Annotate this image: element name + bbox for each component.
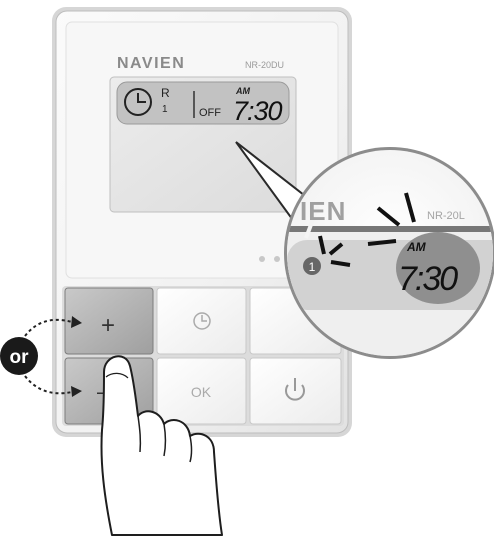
lcd-time: 7:30 <box>233 96 283 126</box>
indicator-led <box>259 256 265 262</box>
ok-button-label: OK <box>191 384 212 400</box>
callout-model-label: NR-20L <box>427 210 465 222</box>
callout-slot-badge: 1 <box>303 257 321 275</box>
lcd-status: OFF <box>199 107 221 119</box>
lcd-mode-letter: R <box>161 86 170 100</box>
schedule-button[interactable] <box>156 287 247 355</box>
model-label: NR-20DU <box>245 60 284 70</box>
indicator-led <box>274 256 280 262</box>
callout-time: 7:30 <box>398 260 458 298</box>
thermostat-illustration: NAVIEN NR-20DU R 1 OFF AM 7:30 + — OK <box>0 0 494 536</box>
ok-button[interactable]: OK <box>156 357 247 425</box>
callout-ampm: AM <box>406 240 427 254</box>
callout-brand-logo: IEN <box>300 196 346 226</box>
or-label: or <box>10 347 30 368</box>
power-button[interactable] <box>249 357 342 425</box>
plus-button-label: + <box>101 312 115 339</box>
callout-slot-number: 1 <box>309 260 316 274</box>
lcd-slot-number: 1 <box>162 104 168 115</box>
brand-logo: NAVIEN <box>117 55 185 72</box>
lcd-ampm: AM <box>235 86 250 96</box>
or-badge: or <box>0 337 38 375</box>
